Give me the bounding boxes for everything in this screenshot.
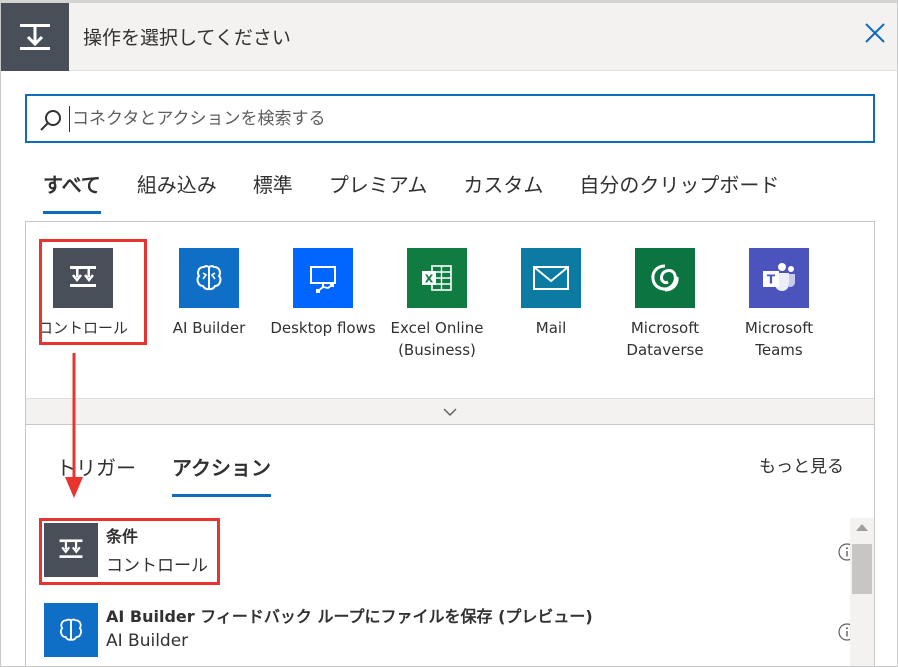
close-button[interactable]: [863, 21, 887, 45]
tab-premium[interactable]: プレミアム: [329, 169, 428, 215]
control-icon: [53, 248, 113, 308]
chevron-down-icon: [443, 408, 457, 416]
desktop-flows-icon: [293, 248, 353, 308]
tab-builtin[interactable]: 組み込み: [137, 169, 217, 215]
connector-label: Excel Online (Business): [390, 319, 484, 359]
control-icon: [1, 3, 69, 71]
connector-label: Microsoft Teams: [744, 319, 814, 359]
dataverse-icon: [635, 248, 695, 308]
excel-icon: X: [407, 248, 467, 308]
control-icon: [44, 523, 98, 577]
action-item-ai-builder-feedback[interactable]: AI Builder フィードバック ループにファイルを保存 (プレビュー) A…: [42, 603, 856, 665]
search-input[interactable]: [69, 106, 859, 132]
teams-icon: T: [749, 248, 809, 308]
search-box[interactable]: [25, 94, 875, 143]
svg-text:T: T: [767, 273, 776, 287]
expand-connectors-button[interactable]: [26, 398, 874, 424]
tab-custom[interactable]: カスタム: [463, 169, 543, 215]
scrollbar[interactable]: [850, 518, 874, 666]
connector-ai-builder[interactable]: AI Builder: [152, 248, 266, 339]
action-name: AI Builder フィードバック ループにファイルを保存 (プレビュー): [106, 607, 593, 626]
see-more-link[interactable]: もっと見る: [759, 452, 844, 477]
action-item-condition[interactable]: 条件 コントロール: [42, 523, 856, 585]
action-connector-name: AI Builder: [106, 631, 189, 651]
tab-my-clipboard[interactable]: 自分のクリップボード: [579, 169, 779, 215]
connector-label: コントロール: [37, 319, 128, 337]
connector-label: AI Builder: [172, 319, 246, 337]
ai-builder-icon: [44, 603, 98, 657]
ai-builder-icon: [179, 248, 239, 308]
close-icon[interactable]: [863, 21, 887, 45]
connector-teams[interactable]: T Microsoft Teams: [722, 248, 836, 361]
tab-standard[interactable]: 標準: [253, 169, 293, 215]
scrollbar-thumb[interactable]: [852, 544, 872, 594]
connector-dataverse[interactable]: Microsoft Dataverse: [608, 248, 722, 361]
action-type-tabs: トリガー アクション: [56, 452, 307, 497]
connector-label: Desktop flows: [270, 319, 376, 337]
connector-control[interactable]: コントロール: [26, 248, 140, 339]
dialog-header: 操作を選択してください: [1, 3, 897, 71]
action-picker-dialog: 操作を選択してください すべて 組み込み 標準 プレミアム カスタム 自分のクリ…: [0, 0, 898, 667]
search-icon: [40, 110, 61, 131]
action-connector-name: コントロール: [106, 556, 208, 576]
action-name: 条件: [106, 527, 139, 546]
connector-desktop-flows[interactable]: Desktop flows: [266, 248, 380, 339]
category-tabs: すべて 組み込み 標準 プレミアム カスタム 自分のクリップボード: [43, 169, 815, 217]
mail-icon: [521, 248, 581, 308]
action-panel: トリガー アクション もっと見る 条件 コントロール AI Builder フィ…: [25, 424, 875, 666]
tab-triggers[interactable]: トリガー: [56, 452, 136, 496]
connector-mail[interactable]: Mail: [494, 248, 608, 339]
connector-label: Mail: [535, 319, 567, 337]
connector-panel: コントロール AI Builder Desktop flows X Excel …: [25, 221, 875, 425]
scroll-up-icon[interactable]: [856, 524, 868, 531]
dialog-title: 操作を選択してください: [83, 27, 291, 49]
connector-label: Microsoft Dataverse: [626, 319, 704, 359]
connector-excel-online[interactable]: X Excel Online (Business): [380, 248, 494, 361]
tab-all[interactable]: すべて: [43, 169, 101, 215]
svg-text:X: X: [425, 273, 434, 286]
tab-actions[interactable]: アクション: [172, 452, 271, 497]
